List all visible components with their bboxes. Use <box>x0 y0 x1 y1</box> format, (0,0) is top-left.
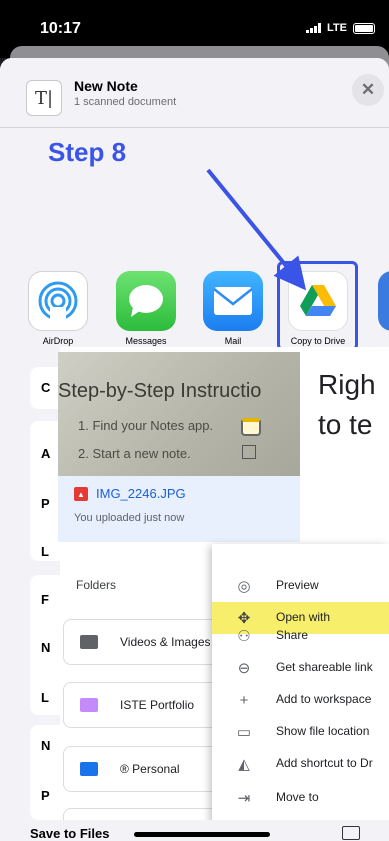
list-item-letter[interactable]: P <box>41 496 50 511</box>
link-icon: ⊖ <box>237 660 251 677</box>
share-person-icon: ⚇ <box>237 628 251 645</box>
menu-item-label: Add to workspace <box>276 692 372 706</box>
plus-icon: + <box>239 691 249 709</box>
folder-icon <box>80 635 98 649</box>
messages-button[interactable] <box>116 271 176 331</box>
mail-icon <box>213 287 253 315</box>
menu-item-label: Move to <box>276 790 319 804</box>
note-subtitle: 1 scanned document <box>74 96 177 108</box>
photo-line-1: 1. Find your Notes app. <box>78 418 214 433</box>
menu-item-add-workspace[interactable]: + Add to workspace <box>212 684 389 716</box>
list-item-letter[interactable]: L <box>41 544 49 559</box>
note-title: New Note <box>74 78 138 94</box>
folder-item-iste[interactable]: ISTE Portfolio <box>63 682 223 728</box>
menu-item-get-link[interactable]: ⊖ Get shareable link <box>212 652 389 684</box>
folders-heading: Folders <box>76 578 117 592</box>
signal-icon <box>306 23 322 33</box>
list-item-letter[interactable]: P <box>41 788 50 803</box>
list-item-letter[interactable]: N <box>41 738 50 753</box>
menu-item-add-shortcut[interactable]: ◭ Add shortcut to Dr <box>212 748 389 780</box>
next-app-button[interactable] <box>378 271 389 331</box>
step-label: Step 8 <box>48 137 127 167</box>
document-icon: T| <box>26 80 62 116</box>
list-item-letter[interactable]: C <box>41 380 50 395</box>
list-item-letter[interactable]: F <box>41 592 49 607</box>
status-time: 10:17 <box>40 20 81 37</box>
menu-item-show-location[interactable]: ▭ Show file location <box>212 716 389 748</box>
photo-thumbnail[interactable]: Step-by-Step Instructio 1. Find your Not… <box>58 352 300 476</box>
menu-item-label: Add shortcut to Dr <box>276 756 373 770</box>
app-label-airdrop: AirDrop <box>42 336 74 346</box>
menu-item-label: Get shareable link <box>276 660 373 674</box>
file-upload-status: You uploaded just now <box>74 512 185 524</box>
menu-item-move-to[interactable]: ⇥ Move to <box>212 782 389 814</box>
status-right: LTE <box>306 22 375 34</box>
menu-item-label: Show file location <box>276 724 370 738</box>
battery-icon <box>353 22 375 34</box>
instruction-text: Righ to te <box>318 365 376 445</box>
folder-icon <box>80 698 98 712</box>
file-name[interactable]: IMG_2246.JPG <box>96 486 186 501</box>
compose-icon <box>242 445 256 459</box>
app-label-messages: Messages <box>125 336 167 346</box>
folder-icon: ▭ <box>236 724 252 741</box>
folder-name: ® Personal <box>120 762 180 776</box>
airdrop-button[interactable] <box>28 271 88 331</box>
eye-icon: ◎ <box>237 578 251 595</box>
home-indicator <box>134 832 270 837</box>
folder-name: Videos & Images <box>120 635 211 649</box>
image-file-icon: ▲ <box>74 487 88 501</box>
folder-icon <box>80 762 98 776</box>
save-to-files-item[interactable]: Save to Files <box>30 826 109 841</box>
messages-icon <box>129 285 163 317</box>
photo-title: Step-by-Step Instructio <box>58 380 262 402</box>
menu-item-label: Share <box>276 628 309 642</box>
list-item-letter[interactable]: L <box>41 690 49 705</box>
folder-item-personal[interactable]: ® Personal <box>63 746 223 792</box>
mail-button[interactable] <box>203 271 263 331</box>
move-to-icon: ⇥ <box>237 790 251 807</box>
drive-highlight-box <box>277 261 358 351</box>
list-item-letter[interactable]: N <box>41 640 50 655</box>
airdrop-icon <box>38 281 78 321</box>
instruction-line-2: to te <box>318 409 373 440</box>
folder-item-videos[interactable]: Videos & Images <box>63 619 223 665</box>
menu-item-label: Preview <box>276 578 319 592</box>
menu-item-share[interactable]: ⚇ Share <box>212 620 389 652</box>
close-button[interactable]: ✕ <box>352 74 384 106</box>
photo-line-2: 2. Start a new note. <box>78 446 191 461</box>
drive-shortcut-icon: ◭ <box>238 756 250 773</box>
folder-name: ISTE Portfolio <box>120 698 195 712</box>
notes-app-icon <box>241 418 261 436</box>
app-label-mail: Mail <box>224 336 242 346</box>
list-item-letter[interactable]: A <box>41 446 50 461</box>
folder-icon <box>342 826 360 840</box>
network-label: LTE <box>327 22 347 34</box>
menu-item-preview[interactable]: ◎ Preview <box>212 570 389 602</box>
instruction-line-1: Righ <box>318 369 376 400</box>
